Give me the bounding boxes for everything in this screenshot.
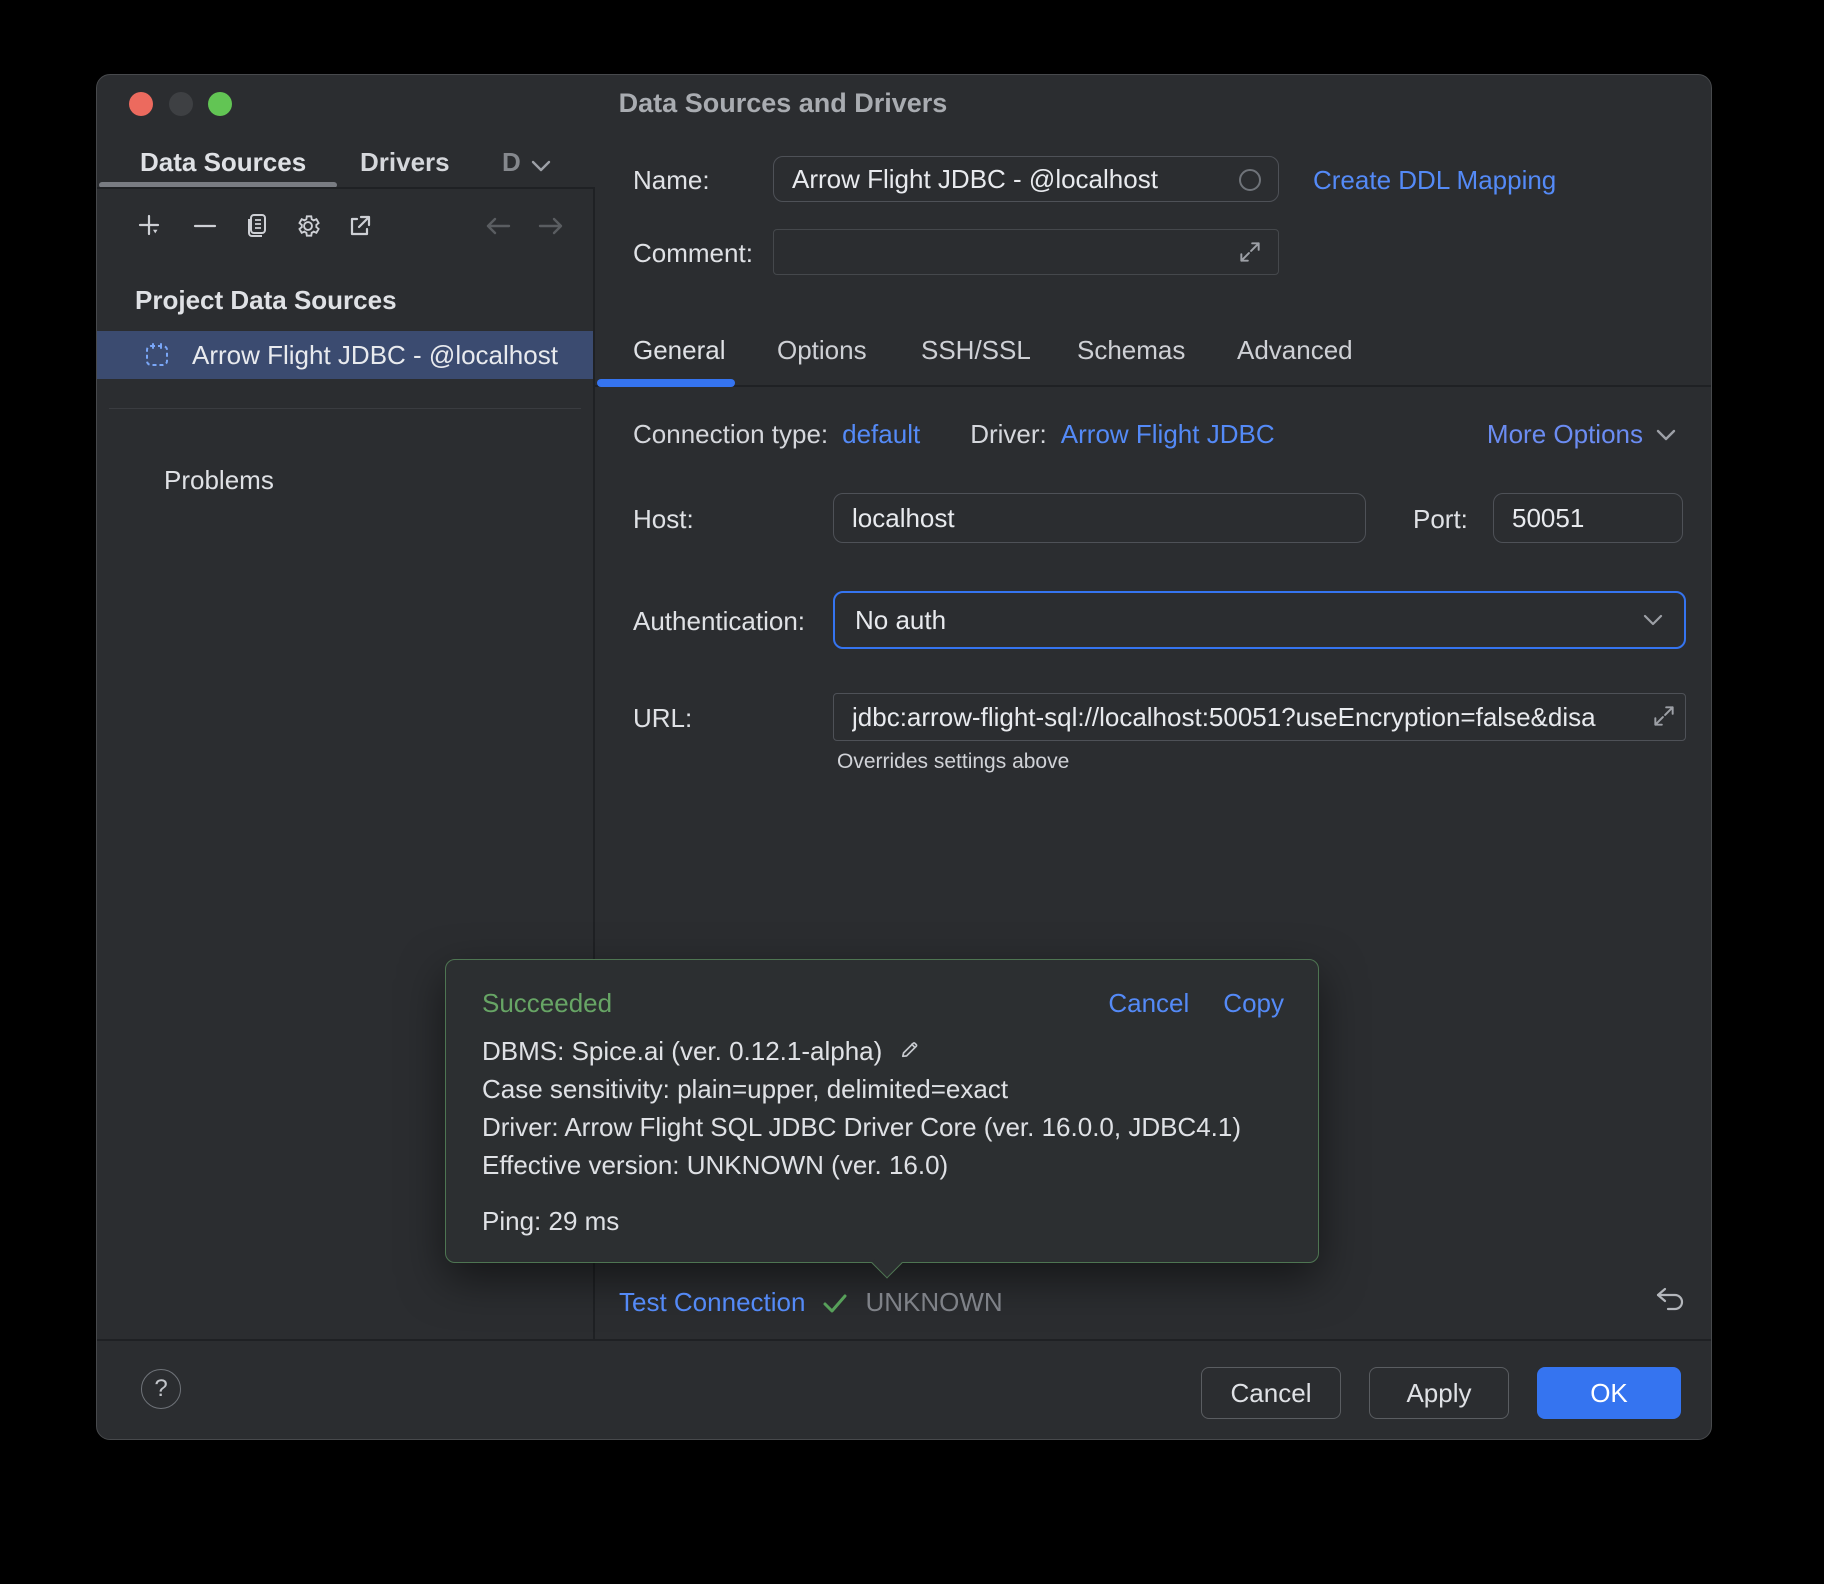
check-icon [821, 1291, 849, 1315]
driver-label: Driver: [970, 419, 1047, 450]
expand-comment-icon[interactable] [1235, 237, 1265, 267]
tab-drivers[interactable]: Drivers [360, 147, 450, 178]
edit-pencil-icon[interactable] [898, 1039, 922, 1063]
comment-label: Comment: [633, 238, 753, 269]
tab-data-sources[interactable]: Data Sources [140, 147, 306, 178]
data-sources-dialog: Data Sources and Drivers Data Sources Dr… [96, 74, 1712, 1440]
host-input[interactable] [833, 493, 1366, 543]
tab-schemas[interactable]: Schemas [1077, 335, 1185, 366]
data-source-list-item[interactable]: Arrow Flight JDBC - @localhost [97, 331, 594, 379]
chevron-down-icon [1642, 612, 1664, 628]
database-icon [144, 342, 170, 368]
port-input[interactable] [1493, 493, 1683, 543]
sidebar-item-problems[interactable]: Problems [164, 465, 274, 496]
name-input[interactable] [773, 156, 1279, 202]
cancel-button[interactable]: Cancel [1201, 1367, 1341, 1419]
popup-cancel-link[interactable]: Cancel [1108, 988, 1189, 1019]
help-button[interactable]: ? [141, 1369, 181, 1409]
test-status: Succeeded [482, 988, 612, 1019]
popup-copy-link[interactable]: Copy [1223, 988, 1284, 1019]
project-data-sources-header: Project Data Sources [135, 285, 397, 316]
driver-value-link[interactable]: Arrow Flight JDBC [1061, 419, 1275, 450]
more-options-label: More Options [1487, 419, 1643, 450]
tab-ddl-truncated[interactable]: D [502, 147, 521, 178]
authentication-value: No auth [855, 605, 1642, 636]
ping-line: Ping: 29 ms [482, 1206, 619, 1237]
test-connection-popup: Succeeded Cancel Copy DBMS: Spice.ai (ve… [445, 959, 1319, 1263]
gear-icon[interactable] [293, 211, 323, 241]
open-in-window-icon[interactable] [345, 211, 375, 241]
back-arrow-icon[interactable] [483, 211, 513, 241]
create-ddl-mapping-link[interactable]: Create DDL Mapping [1313, 165, 1556, 196]
ok-button[interactable]: OK [1537, 1367, 1681, 1419]
driver-line: Driver: Arrow Flight SQL JDBC Driver Cor… [482, 1108, 1241, 1146]
expand-url-icon[interactable] [1649, 701, 1679, 731]
tab-general[interactable]: General [633, 335, 726, 366]
forward-arrow-icon[interactable] [536, 211, 566, 241]
url-label: URL: [633, 703, 692, 734]
url-hint: Overrides settings above [837, 750, 1069, 774]
remove-button[interactable] [190, 211, 220, 241]
chevron-down-icon [1655, 427, 1677, 443]
connection-status-value: UNKNOWN [865, 1287, 1002, 1318]
tab-overflow-chevron-icon[interactable] [529, 157, 553, 175]
help-label: ? [154, 1375, 167, 1403]
footer-divider [97, 1339, 1712, 1341]
connection-type-value[interactable]: default [842, 419, 920, 450]
window-title: Data Sources and Drivers [497, 88, 1069, 119]
tabs-divider [594, 385, 1712, 387]
data-source-label: Arrow Flight JDBC - @localhost [192, 340, 558, 371]
refresh-spinner-icon [1237, 167, 1263, 193]
effective-version-line: Effective version: UNKNOWN (ver. 16.0) [482, 1146, 1241, 1184]
duplicate-button[interactable] [242, 211, 272, 241]
apply-button[interactable]: Apply [1369, 1367, 1509, 1419]
comment-input[interactable] [773, 229, 1279, 275]
tab-ssh-ssl[interactable]: SSH/SSL [921, 335, 1031, 366]
active-form-tab-indicator [597, 379, 735, 387]
tab-options[interactable]: Options [777, 335, 867, 366]
case-sensitivity-line: Case sensitivity: plain=upper, delimited… [482, 1070, 1241, 1108]
tab-advanced[interactable]: Advanced [1237, 335, 1353, 366]
popup-pointer [871, 1247, 902, 1278]
undo-icon[interactable] [1653, 1285, 1687, 1317]
traffic-light-minimize[interactable] [169, 92, 193, 116]
more-options-button[interactable]: More Options [1487, 419, 1677, 450]
name-label: Name: [633, 165, 710, 196]
traffic-light-zoom[interactable] [208, 92, 232, 116]
add-button[interactable] [135, 211, 165, 241]
sidebar-divider [109, 408, 581, 409]
url-input[interactable] [833, 693, 1686, 741]
port-label: Port: [1413, 504, 1468, 535]
dbms-line: DBMS: Spice.ai (ver. 0.12.1-alpha) [482, 1032, 1241, 1070]
authentication-label: Authentication: [633, 606, 805, 637]
host-label: Host: [633, 504, 694, 535]
connection-type-label: Connection type: [633, 419, 828, 450]
authentication-select[interactable]: No auth [833, 591, 1686, 649]
test-connection-link[interactable]: Test Connection [619, 1287, 805, 1318]
traffic-light-close[interactable] [129, 92, 153, 116]
sidebar-header-divider [97, 187, 594, 189]
